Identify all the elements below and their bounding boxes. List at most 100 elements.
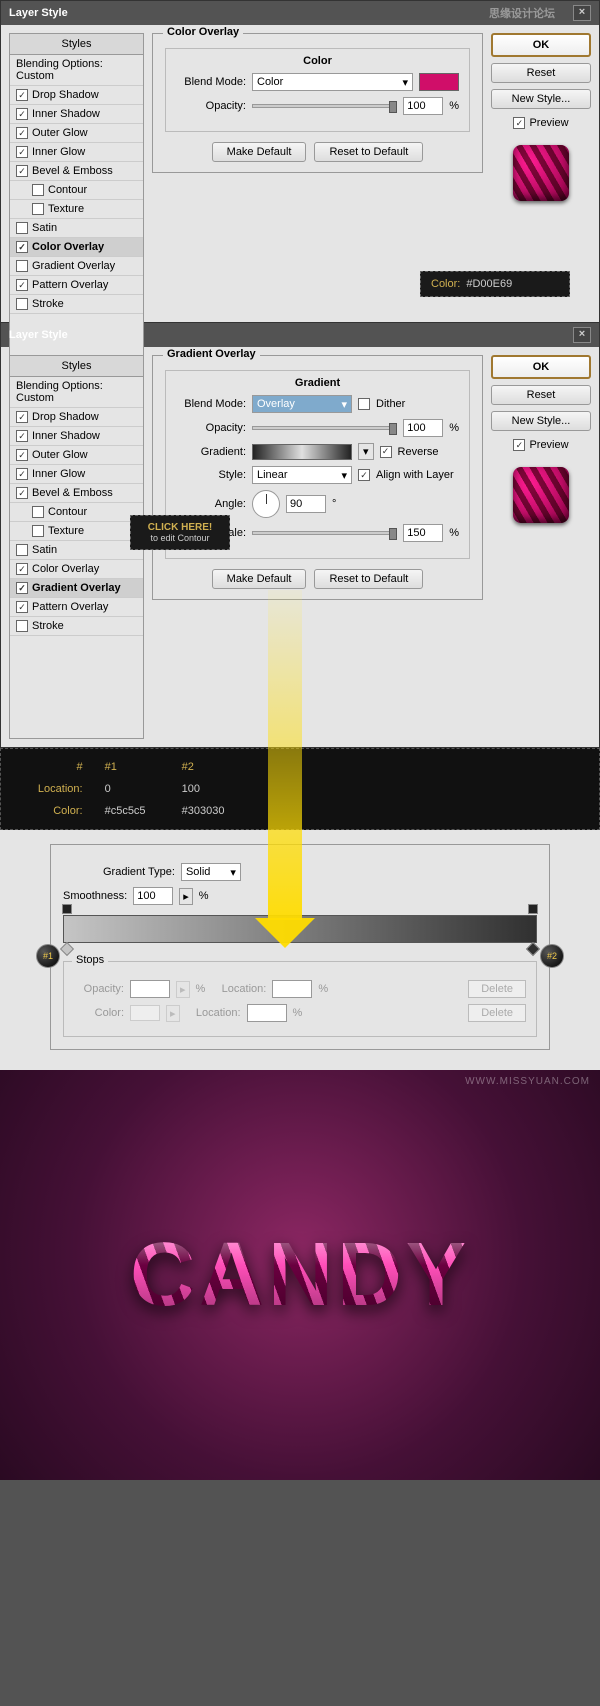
checkbox[interactable] — [16, 468, 28, 480]
style-row[interactable]: Texture — [10, 522, 143, 541]
checkbox[interactable] — [16, 601, 28, 613]
style-row[interactable]: Pattern Overlay — [10, 276, 143, 295]
checkbox[interactable] — [16, 222, 28, 234]
checkbox[interactable] — [16, 89, 28, 101]
checkbox[interactable] — [32, 203, 44, 215]
blend-mode-select[interactable]: Overlay▾ — [252, 395, 352, 413]
opacity-label: Opacity: — [176, 422, 246, 434]
checkbox[interactable] — [16, 108, 28, 120]
style-row-selected[interactable]: Color Overlay — [10, 238, 143, 257]
style-row[interactable]: Drop Shadow — [10, 408, 143, 427]
style-row[interactable]: Satin — [10, 219, 143, 238]
style-row[interactable]: Bevel & Emboss — [10, 162, 143, 181]
blend-mode-select[interactable]: Color▾ — [252, 73, 413, 91]
style-row[interactable]: Inner Shadow — [10, 427, 143, 446]
style-row[interactable]: Contour — [10, 181, 143, 200]
checkbox[interactable] — [16, 165, 28, 177]
style-row[interactable]: Contour — [10, 503, 143, 522]
gradient-type-select[interactable]: Solid▾ — [181, 863, 241, 881]
style-row[interactable]: Satin — [10, 541, 143, 560]
checkbox[interactable] — [16, 582, 28, 594]
opacity-slider[interactable] — [252, 426, 397, 430]
scale-slider[interactable] — [252, 531, 397, 535]
stop-color-swatch — [130, 1005, 160, 1021]
style-row[interactable]: Stroke — [10, 617, 143, 636]
style-row[interactable]: Inner Shadow — [10, 105, 143, 124]
style-row[interactable]: Outer Glow — [10, 446, 143, 465]
preview-checkbox[interactable] — [513, 117, 525, 129]
smoothness-input[interactable] — [133, 887, 173, 905]
dialog-title: Layer Style — [9, 7, 68, 19]
blending-options-row[interactable]: Blending Options: Custom — [10, 55, 143, 86]
angle-dial[interactable] — [252, 490, 280, 518]
align-checkbox[interactable] — [358, 469, 370, 481]
chevron-down-icon: ▾ — [230, 866, 236, 879]
color-stop[interactable] — [526, 942, 540, 956]
checkbox[interactable] — [32, 506, 44, 518]
style-row[interactable]: Gradient Overlay — [10, 257, 143, 276]
new-style-button[interactable]: New Style... — [491, 89, 591, 109]
checkbox[interactable] — [16, 146, 28, 158]
opacity-stop[interactable] — [62, 904, 72, 914]
checkbox[interactable] — [16, 487, 28, 499]
checkbox[interactable] — [16, 620, 28, 632]
chevron-down-icon: ▾ — [341, 398, 347, 411]
style-row[interactable]: Color Overlay — [10, 560, 143, 579]
result-preview: WWW.MISSYUAN.COM CANDY — [0, 1070, 600, 1480]
style-row[interactable]: Inner Glow — [10, 143, 143, 162]
checkbox[interactable] — [16, 563, 28, 575]
reset-default-button[interactable]: Reset to Default — [314, 142, 423, 162]
style-row[interactable]: Pattern Overlay — [10, 598, 143, 617]
close-button[interactable]: × — [573, 327, 591, 343]
opacity-input[interactable] — [403, 419, 443, 437]
color-swatch[interactable] — [419, 73, 459, 91]
preview-thumbnail — [513, 467, 569, 523]
style-row[interactable]: Texture — [10, 200, 143, 219]
reset-button[interactable]: Reset — [491, 63, 591, 83]
blending-options-row[interactable]: Blending Options: Custom — [10, 377, 143, 408]
close-button[interactable]: × — [573, 5, 591, 21]
checkbox[interactable] — [16, 127, 28, 139]
checkbox[interactable] — [16, 298, 28, 310]
new-style-button[interactable]: New Style... — [491, 411, 591, 431]
checkbox[interactable] — [32, 184, 44, 196]
reverse-checkbox[interactable] — [380, 446, 392, 458]
style-select[interactable]: Linear▾ — [252, 466, 352, 484]
ok-button[interactable]: OK — [491, 33, 591, 57]
ok-button[interactable]: OK — [491, 355, 591, 379]
reset-button[interactable]: Reset — [491, 385, 591, 405]
make-default-button[interactable]: Make Default — [212, 142, 307, 162]
style-row[interactable]: Stroke — [10, 295, 143, 314]
checkbox[interactable] — [16, 411, 28, 423]
styles-header[interactable]: Styles — [10, 356, 143, 377]
angle-label: Angle: — [176, 498, 246, 510]
opacity-slider[interactable] — [252, 104, 397, 108]
checkbox[interactable] — [16, 241, 28, 253]
checkbox[interactable] — [32, 525, 44, 537]
checkbox[interactable] — [16, 544, 28, 556]
preview-checkbox[interactable] — [513, 439, 525, 451]
gradient-preview[interactable] — [252, 444, 352, 460]
opacity-input[interactable] — [403, 97, 443, 115]
right-buttons: OK Reset New Style... Preview — [491, 355, 591, 739]
style-row[interactable]: Bevel & Emboss — [10, 484, 143, 503]
make-default-button[interactable]: Make Default — [212, 569, 307, 589]
checkbox[interactable] — [16, 260, 28, 272]
checkbox[interactable] — [16, 430, 28, 442]
chevron-down-icon[interactable]: ▾ — [358, 443, 374, 460]
opacity-stop[interactable] — [528, 904, 538, 914]
style-row[interactable]: Inner Glow — [10, 465, 143, 484]
checkbox[interactable] — [16, 449, 28, 461]
dither-checkbox[interactable] — [358, 398, 370, 410]
style-row-selected[interactable]: Gradient Overlay — [10, 579, 143, 598]
style-row[interactable]: Drop Shadow — [10, 86, 143, 105]
scale-input[interactable] — [403, 524, 443, 542]
checkbox[interactable] — [16, 279, 28, 291]
style-row[interactable]: Outer Glow — [10, 124, 143, 143]
reset-default-button[interactable]: Reset to Default — [314, 569, 423, 589]
watermark-cn: 思缘设计论坛 — [489, 5, 555, 21]
angle-input[interactable] — [286, 495, 326, 513]
styles-header[interactable]: Styles — [10, 34, 143, 55]
chevron-right-icon[interactable]: ▸ — [179, 888, 193, 905]
smoothness-label: Smoothness: — [63, 890, 127, 902]
